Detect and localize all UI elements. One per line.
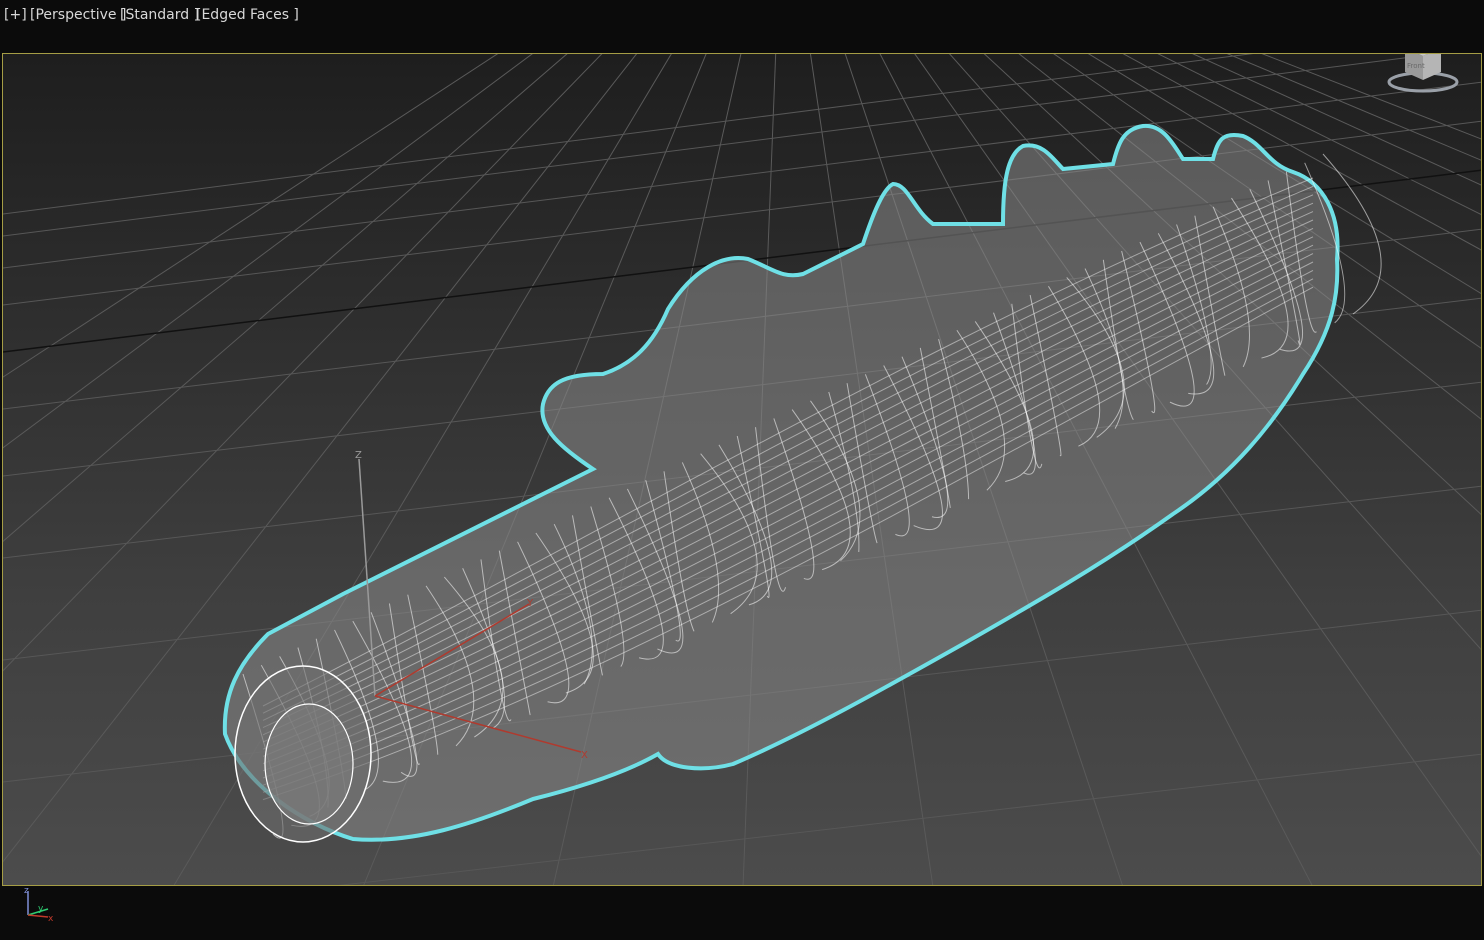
shading-mode-label[interactable]: [Standard ] [120,6,199,24]
gizmo-z-label: Z [355,450,362,461]
world-axis-icon: z y x [24,887,54,924]
world-axis-y: y [38,904,44,914]
world-axis-z: z [24,887,29,896]
viewcube-icon[interactable]: Front [1383,53,1463,98]
selected-mesh[interactable] [222,123,1382,843]
grid-line [338,753,1481,885]
viewport-footer: z y x [0,887,1484,940]
viewport-menu-button[interactable]: [+] [4,6,27,24]
mesh-selection-outline [222,123,1340,842]
gizmo-y-label: Y [526,598,534,609]
display-style-label[interactable]: [Edged Faces ] [196,6,299,24]
view-type-label[interactable]: [Perspective ] [30,6,126,24]
viewcube-front-label: Front [1407,62,1425,70]
gizmo-x-label: X [581,750,588,761]
perspective-viewport[interactable]: Z X Y Front [2,53,1482,886]
nozzle-inner-ring [264,703,354,825]
viewport-header: [+] [Perspective ] [Standard ] [Edged Fa… [0,0,1484,52]
3d-editor-window: [+] [Perspective ] [Standard ] [Edged Fa… [0,0,1484,940]
world-axis-x: x [48,914,54,924]
scene-canvas[interactable]: Z X Y [3,54,1482,886]
